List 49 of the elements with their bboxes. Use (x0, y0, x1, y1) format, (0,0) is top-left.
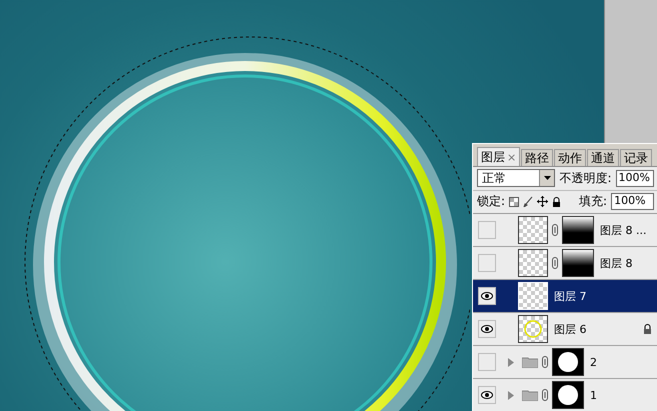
layer-name: 图层 6 (554, 322, 588, 336)
lock-transparency-icon[interactable] (509, 196, 520, 207)
layer-name: 2 (590, 356, 598, 368)
panel-tab[interactable]: 动作 (554, 149, 586, 166)
eye-icon (481, 292, 493, 300)
layer-name: 1 (590, 388, 598, 402)
blend-mode-dropdown[interactable]: 正常 (477, 169, 556, 188)
eye-icon (481, 391, 493, 399)
eye-icon (481, 325, 493, 333)
lock-icon[interactable] (552, 196, 562, 207)
visibility-toggle[interactable] (478, 254, 496, 272)
close-icon[interactable]: × (507, 150, 516, 164)
layer-thumbnail (518, 282, 548, 310)
visibility-toggle[interactable] (478, 287, 496, 305)
link-icon (552, 224, 558, 236)
fill-label: 填充: (579, 193, 608, 210)
layer-row[interactable]: 图层 6 (473, 313, 657, 346)
panel-tab[interactable]: 通道 (587, 149, 620, 166)
layer-row[interactable]: 图层 7 (473, 280, 657, 313)
panel-tab[interactable]: 记录 (620, 149, 652, 166)
opacity-field[interactable]: 100% (616, 170, 654, 187)
layer-thumbnail (518, 315, 548, 343)
visibility-toggle[interactable] (478, 320, 496, 338)
expand-triangle-icon[interactable] (508, 358, 514, 366)
layer-group-row[interactable]: 2 (473, 346, 657, 379)
layer-name: 图层 8 (600, 256, 634, 270)
layer-thumbnail (518, 216, 548, 244)
lock-label: 锁定: (477, 193, 506, 210)
opacity-label: 不透明度: (559, 170, 612, 187)
layer-name: 图层 8 ... (600, 222, 648, 238)
visibility-toggle[interactable] (478, 386, 496, 404)
link-icon (542, 389, 548, 401)
link-icon (542, 356, 548, 368)
layer-row[interactable]: 图层 8 (473, 247, 657, 280)
brush-icon[interactable] (523, 196, 534, 208)
visibility-toggle[interactable] (478, 353, 496, 371)
layer-row[interactable]: 图层 8 ... (473, 214, 657, 247)
folder-icon (522, 356, 538, 368)
layer-thumbnail (518, 249, 548, 277)
layer-name: 图层 7 (554, 288, 588, 304)
dropdown-caret-icon[interactable] (539, 170, 554, 186)
link-icon (552, 257, 558, 269)
panel-tab[interactable]: 路径 (521, 149, 554, 166)
expand-triangle-icon[interactable] (508, 390, 514, 400)
folder-icon (522, 389, 538, 401)
panel-tab[interactable]: 图层 × (477, 147, 520, 166)
visibility-toggle[interactable] (478, 221, 496, 239)
fill-field[interactable]: 100% (611, 193, 654, 210)
move-icon[interactable] (537, 196, 548, 208)
